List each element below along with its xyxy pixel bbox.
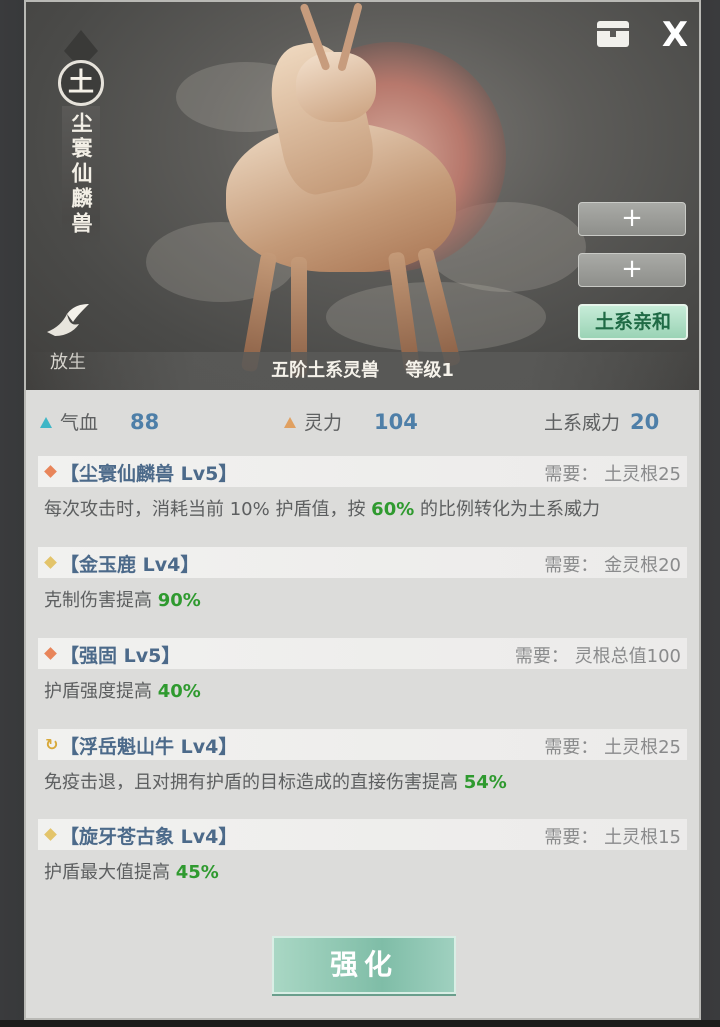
desc-text: 免疫击退，且对拥有护盾的目标造成的直接伤害提高 [44, 772, 464, 793]
level-text: 等级1 [405, 360, 454, 381]
stat-spirit-label: 灵力 [304, 412, 343, 434]
stat-earth-power-value: 20 [630, 410, 660, 434]
desc-text: 每次攻击时，消耗当前 10% 护盾值，按 [44, 499, 372, 520]
skill-header: 【旋牙苍古象 Lv4】 需要： 土灵根15 [38, 819, 687, 850]
add-slot-button-2[interactable]: + [578, 253, 686, 287]
skill-description: 护盾最大值提高 45% [38, 850, 687, 892]
skill-name: 【旋牙苍古象 Lv4】 [60, 826, 238, 848]
stat-earth-power: 土系威力 20 [544, 408, 659, 435]
diamond-icon [44, 556, 57, 569]
spirit-triangle-icon [284, 417, 296, 428]
desc-highlight: 54% [463, 772, 507, 793]
skill-header: 【尘寰仙麟兽 Lv5】 需要： 土灵根25 [38, 456, 687, 487]
skill-header: ↻ 【浮岳魁山牛 Lv4】 需要： 土灵根25 [38, 729, 687, 760]
skill-name: 【浮岳魁山牛 Lv4】 [60, 736, 238, 758]
desc-text: 的比例转化为土系威力 [414, 499, 600, 520]
bottom-edge [0, 1020, 720, 1027]
stat-spirit-value: 104 [374, 410, 418, 434]
skill-header: 【强固 Lv5】 需要： 灵根总值100 [38, 638, 687, 669]
stats-row: 气血 88 灵力 104 土系威力 20 [26, 390, 699, 450]
skill-entry: 【旋牙苍古象 Lv4】 需要： 土灵根15 护盾最大值提高 45% [38, 819, 687, 892]
desc-highlight: 90% [157, 590, 201, 611]
diamond-icon [44, 828, 57, 841]
desc-text: 克制伤害提高 [44, 590, 158, 611]
badge-crown [64, 30, 98, 60]
skill-entry: 【强固 Lv5】 需要： 灵根总值100 护盾强度提高 40% [38, 638, 687, 711]
element-earth-badge: 土 [58, 60, 104, 106]
enhance-button[interactable]: 强化 [272, 936, 456, 994]
skill-requirement: 需要： 土灵根15 [544, 827, 681, 848]
skill-requirement: 需要： 灵根总值100 [514, 646, 681, 667]
skill-entry: ↻ 【浮岳魁山牛 Lv4】 需要： 土灵根25 免疫击退，且对拥有护盾的目标造成… [38, 729, 687, 802]
earth-affinity-button[interactable]: 土系亲和 [578, 304, 688, 340]
beast-artwork: 土 尘寰仙麟兽 放生 X + + 土系亲和 五阶土系灵兽 等级1 [26, 2, 699, 390]
skill-entry: 【金玉鹿 Lv4】 需要： 金灵根20 克制伤害提高 90% [38, 547, 687, 620]
desc-highlight: 60% [371, 499, 415, 520]
hp-triangle-icon [40, 417, 52, 428]
desc-text: 护盾强度提高 [44, 681, 158, 702]
refresh-icon: ↻ [45, 735, 59, 754]
desc-highlight: 40% [157, 681, 201, 702]
desc-highlight: 45% [175, 862, 219, 883]
tier-text: 五阶土系灵兽 [271, 360, 380, 381]
skill-description: 克制伤害提高 90% [38, 578, 687, 620]
add-slot-button-1[interactable]: + [578, 202, 686, 236]
diamond-icon [44, 465, 57, 478]
qilin-head [296, 52, 376, 122]
storage-box-icon[interactable] [596, 20, 630, 48]
skill-name: 【强固 Lv5】 [60, 645, 181, 667]
diamond-icon [44, 647, 57, 660]
skill-entry: 【尘寰仙麟兽 Lv5】 需要： 土灵根25 每次攻击时，消耗当前 10% 护盾值… [38, 456, 687, 529]
skill-name: 【尘寰仙麟兽 Lv5】 [60, 463, 238, 485]
stat-earth-power-label: 土系威力 [544, 412, 621, 434]
desc-text: 护盾最大值提高 [44, 862, 176, 883]
skill-description: 免疫击退，且对拥有护盾的目标造成的直接伤害提高 54% [38, 760, 687, 802]
stat-hp-label: 气血 [60, 412, 99, 434]
skill-requirement: 需要： 土灵根25 [544, 737, 681, 758]
close-button[interactable]: X [656, 18, 694, 52]
tier-level-bar: 五阶土系灵兽 等级1 [26, 352, 699, 390]
beast-detail-panel: 土 尘寰仙麟兽 放生 X + + 土系亲和 五阶土系灵兽 等级1 [24, 0, 701, 1020]
skill-description: 护盾强度提高 40% [38, 669, 687, 711]
skill-name: 【金玉鹿 Lv4】 [60, 554, 200, 576]
beast-name: 尘寰仙麟兽 [62, 106, 100, 247]
stat-spirit: 灵力 104 [284, 408, 418, 435]
skill-header: 【金玉鹿 Lv4】 需要： 金灵根20 [38, 547, 687, 578]
skill-requirement: 需要： 土灵根25 [544, 464, 681, 485]
stat-hp-value: 88 [130, 410, 160, 434]
skill-description: 每次攻击时，消耗当前 10% 护盾值，按 60% 的比例转化为土系威力 [38, 487, 687, 529]
skill-requirement: 需要： 金灵根20 [544, 555, 681, 576]
stat-hp: 气血 88 [40, 408, 159, 435]
dove-icon [45, 302, 91, 340]
